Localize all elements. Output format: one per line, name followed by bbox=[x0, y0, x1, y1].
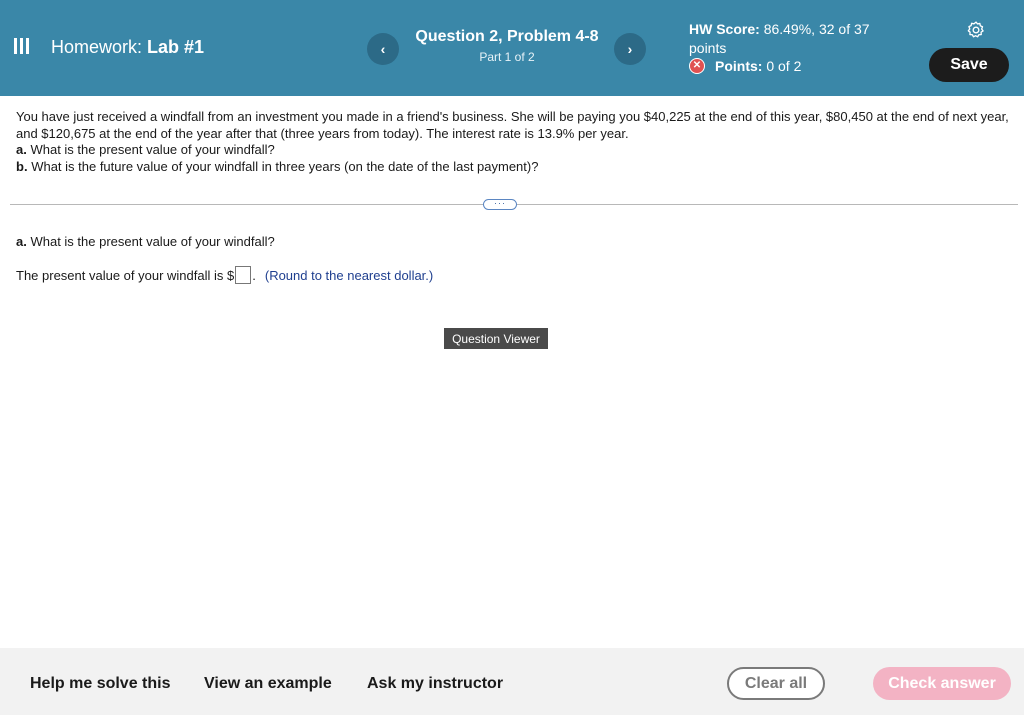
hw-score: HW Score: 86.49%, 32 of 37 points bbox=[689, 20, 899, 58]
points-label: Points: bbox=[715, 58, 763, 74]
problem-statement: You have just received a windfall from a… bbox=[16, 109, 1016, 175]
problem-part-a: a. What is the present value of your win… bbox=[16, 142, 275, 157]
gear-icon[interactable] bbox=[966, 20, 986, 40]
part-a-question: a. What is the present value of your win… bbox=[16, 234, 275, 249]
ask-instructor-link[interactable]: Ask my instructor bbox=[367, 675, 503, 693]
present-value-input[interactable] bbox=[235, 266, 252, 284]
answer-line: The present value of your windfall is $ … bbox=[16, 266, 433, 284]
problem-part-b: b. What is the future value of your wind… bbox=[16, 158, 539, 174]
answer-suffix: . bbox=[252, 267, 256, 283]
footer-bar: Help me solve this View an example Ask m… bbox=[0, 648, 1024, 715]
expand-ellipsis-button[interactable]: ··· bbox=[483, 199, 517, 210]
check-answer-button[interactable]: Check answer bbox=[873, 667, 1011, 700]
question-title: Question 2, Problem 4-8 bbox=[415, 28, 599, 45]
points-status: ✕ Points: 0 of 2 bbox=[689, 58, 801, 74]
rounding-hint: (Round to the nearest dollar.) bbox=[264, 267, 434, 283]
x-circle-icon: ✕ bbox=[689, 58, 705, 74]
hamburger-menu-icon[interactable] bbox=[14, 38, 29, 54]
homework-title: Homework: Lab #1 bbox=[51, 37, 204, 58]
homework-prefix: Homework: bbox=[51, 37, 143, 57]
next-question-button[interactable]: › bbox=[614, 33, 646, 65]
points-value: 0 of 2 bbox=[766, 58, 802, 74]
top-header: Homework: Lab #1 ‹ Question 2, Problem 4… bbox=[0, 0, 1024, 96]
problem-intro: You have just received a windfall from a… bbox=[16, 109, 1009, 141]
homework-name: Lab #1 bbox=[147, 37, 205, 57]
save-button[interactable]: Save bbox=[929, 48, 1009, 82]
help-me-solve-link[interactable]: Help me solve this bbox=[30, 675, 171, 693]
question-viewer-button[interactable]: Question Viewer bbox=[444, 328, 548, 349]
clear-all-button[interactable]: Clear all bbox=[727, 667, 825, 700]
hw-score-label: HW Score: bbox=[689, 21, 760, 37]
previous-question-button[interactable]: ‹ bbox=[367, 33, 399, 65]
answer-prefix: The present value of your windfall is $ bbox=[16, 267, 235, 283]
view-example-link[interactable]: View an example bbox=[204, 675, 332, 693]
question-part: Part 1 of 2 bbox=[479, 50, 535, 64]
